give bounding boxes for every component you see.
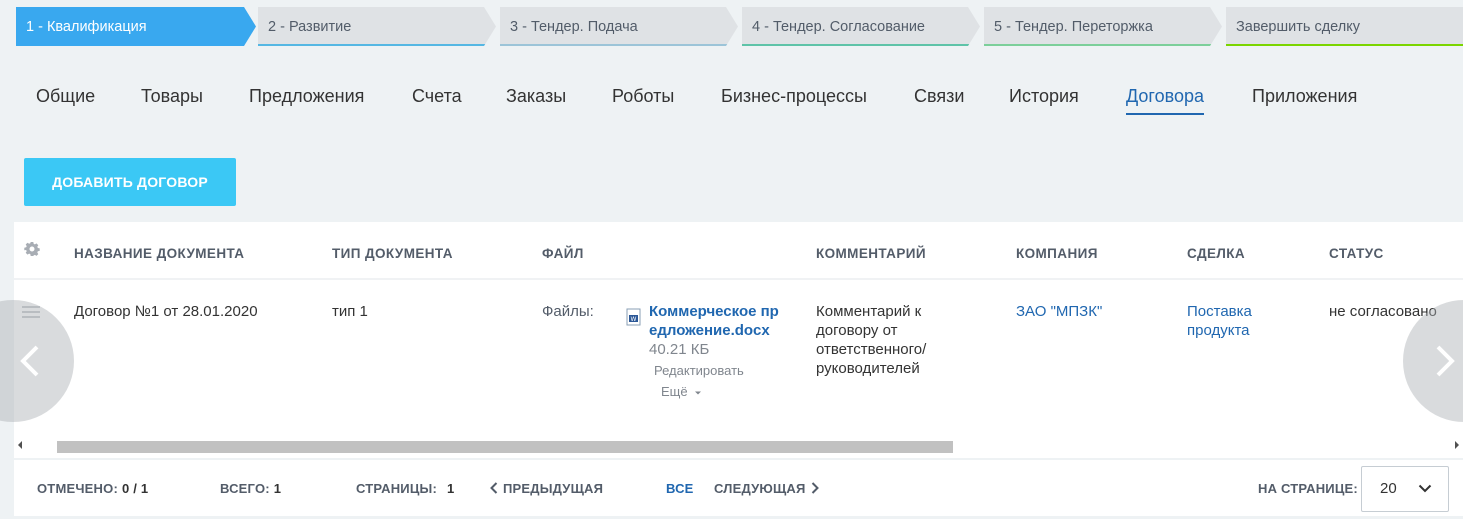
cell-comment: Комментарий к договору от ответственного… [816, 303, 927, 377]
grid-footer: ОТМЕЧЕНО: 0 / 1 ВСЕГО: 1 СТРАНИЦЫ: 1 ПРЕДЫД… [14, 460, 1463, 516]
tab-offers[interactable]: Предложения [249, 86, 364, 113]
stage-label: Завершить сделку [1236, 19, 1360, 35]
stage-label: 2 - Развитие [268, 19, 352, 35]
total-label: ВСЕГО: [220, 481, 270, 496]
per-page-value: 20 [1380, 480, 1397, 497]
scrollbar-thumb[interactable] [57, 441, 953, 453]
stage-color-line [1226, 44, 1463, 46]
next-page-label: СЛЕДУЮЩАЯ [714, 481, 806, 496]
pages-value: 1 [447, 481, 455, 496]
stage-4[interactable]: 4 - Тендер. Согласование [742, 7, 980, 46]
stage-label: 5 - Тендер. Переторжка [994, 19, 1153, 35]
stage-finish[interactable]: Завершить сделку [1226, 7, 1463, 46]
checked-value: 0 / 1 [122, 481, 149, 496]
tab-products[interactable]: Товары [141, 86, 203, 113]
file-more-menu[interactable]: Ещё [661, 384, 702, 399]
pages-counter: СТРАНИЦЫ: 1 [356, 481, 454, 496]
column-header-deal[interactable]: СДЕЛКА [1187, 246, 1245, 261]
stage-label: 3 - Тендер. Подача [510, 19, 638, 35]
checked-counter: ОТМЕЧЕНО: 0 / 1 [37, 481, 148, 496]
tab-applications[interactable]: Приложения [1252, 86, 1357, 113]
tab-general[interactable]: Общие [36, 86, 95, 113]
chevron-right-icon [811, 482, 819, 494]
chevron-left-icon [20, 345, 39, 377]
cell-type: тип 1 [332, 303, 368, 320]
stage-label: 1 - Квалификация [26, 19, 147, 35]
stage-5[interactable]: 5 - Тендер. Переторжка [984, 7, 1222, 46]
prev-page-label: ПРЕДЫДУЩАЯ [503, 481, 604, 496]
cell-company-link[interactable]: ЗАО "МПЗК" [1016, 302, 1102, 321]
tab-orders[interactable]: Заказы [506, 86, 566, 113]
tab-links[interactable]: Связи [914, 86, 964, 113]
docx-file-icon: W [626, 308, 641, 326]
stage-3[interactable]: 3 - Тендер. Подача [500, 7, 738, 46]
chevron-down-icon [1418, 484, 1432, 493]
column-header-name[interactable]: НАЗВАНИЕ ДОКУМЕНТА [74, 246, 244, 261]
svg-text:W: W [631, 316, 637, 323]
stage-color-line [500, 44, 728, 46]
column-header-comment[interactable]: КОММЕНТАРИЙ [816, 246, 926, 261]
checked-label: ОТМЕЧЕНО: [37, 481, 118, 496]
stage-label: 4 - Тендер. Согласование [752, 19, 925, 35]
column-header-type[interactable]: ТИП ДОКУМЕНТА [332, 246, 453, 261]
gear-icon[interactable] [24, 241, 40, 257]
add-contract-button[interactable]: ДОБАВИТЬ ДОГОВОР [24, 158, 236, 206]
column-header-status[interactable]: СТАТУС [1329, 246, 1384, 261]
column-header-company[interactable]: КОМПАНИЯ [1016, 246, 1098, 261]
tab-robots[interactable]: Роботы [612, 86, 674, 113]
cell-name: Договор №1 от 28.01.2020 [74, 303, 258, 320]
chevron-left-icon [490, 482, 498, 494]
horizontal-scrollbar[interactable] [14, 438, 1463, 454]
stage-color-line [258, 44, 486, 46]
cell-files-label: Файлы: [542, 303, 594, 320]
chevron-right-icon [1436, 345, 1455, 377]
prev-page-link[interactable]: ПРЕДЫДУЩАЯ [490, 481, 603, 496]
chevron-down-icon [695, 391, 702, 395]
file-link[interactable]: Коммерческое предложение.docx 40.21 КБ [649, 302, 779, 359]
stage-2[interactable]: 2 - Развитие [258, 7, 496, 46]
cell-deal-link[interactable]: Поставка продукта [1187, 302, 1287, 340]
grid-header: НАЗВАНИЕ ДОКУМЕНТА ТИП ДОКУМЕНТА ФАЙЛ КО… [14, 222, 1463, 280]
total-counter: ВСЕГО: 1 [220, 481, 281, 496]
stage-bar: 1 - Квалификация 2 - Развитие 3 - Тендер… [16, 7, 1463, 47]
column-header-file[interactable]: ФАЙЛ [542, 246, 584, 261]
file-size: 40.21 КБ [649, 341, 710, 358]
next-page-link[interactable]: СЛЕДУЮЩАЯ [714, 481, 819, 496]
file-more-label: Ещё [661, 384, 688, 399]
scroll-arrow-left-icon[interactable] [18, 441, 22, 449]
per-page-label: НА СТРАНИЦЕ: [1258, 481, 1358, 496]
total-value: 1 [273, 481, 282, 496]
stage-1[interactable]: 1 - Квалификация [16, 7, 256, 46]
stage-color-line [742, 44, 970, 46]
contracts-grid: НАЗВАНИЕ ДОКУМЕНТА ТИП ДОКУМЕНТА ФАЙЛ КО… [14, 222, 1463, 458]
per-page-select[interactable]: 20 [1361, 466, 1449, 512]
tab-invoices[interactable]: Счета [412, 86, 462, 113]
file-edit-link[interactable]: Редактировать [654, 363, 744, 378]
file-name[interactable]: Коммерческое предложение.docx [649, 303, 779, 339]
pages-label: СТРАНИЦЫ: [356, 481, 438, 496]
scroll-arrow-right-icon[interactable] [1455, 441, 1459, 449]
tab-history[interactable]: История [1009, 86, 1079, 113]
tab-contracts[interactable]: Договора [1126, 86, 1204, 115]
tab-business-processes[interactable]: Бизнес-процессы [721, 86, 867, 113]
all-pages-link[interactable]: ВСЕ [666, 481, 694, 496]
stage-color-line [984, 44, 1212, 46]
